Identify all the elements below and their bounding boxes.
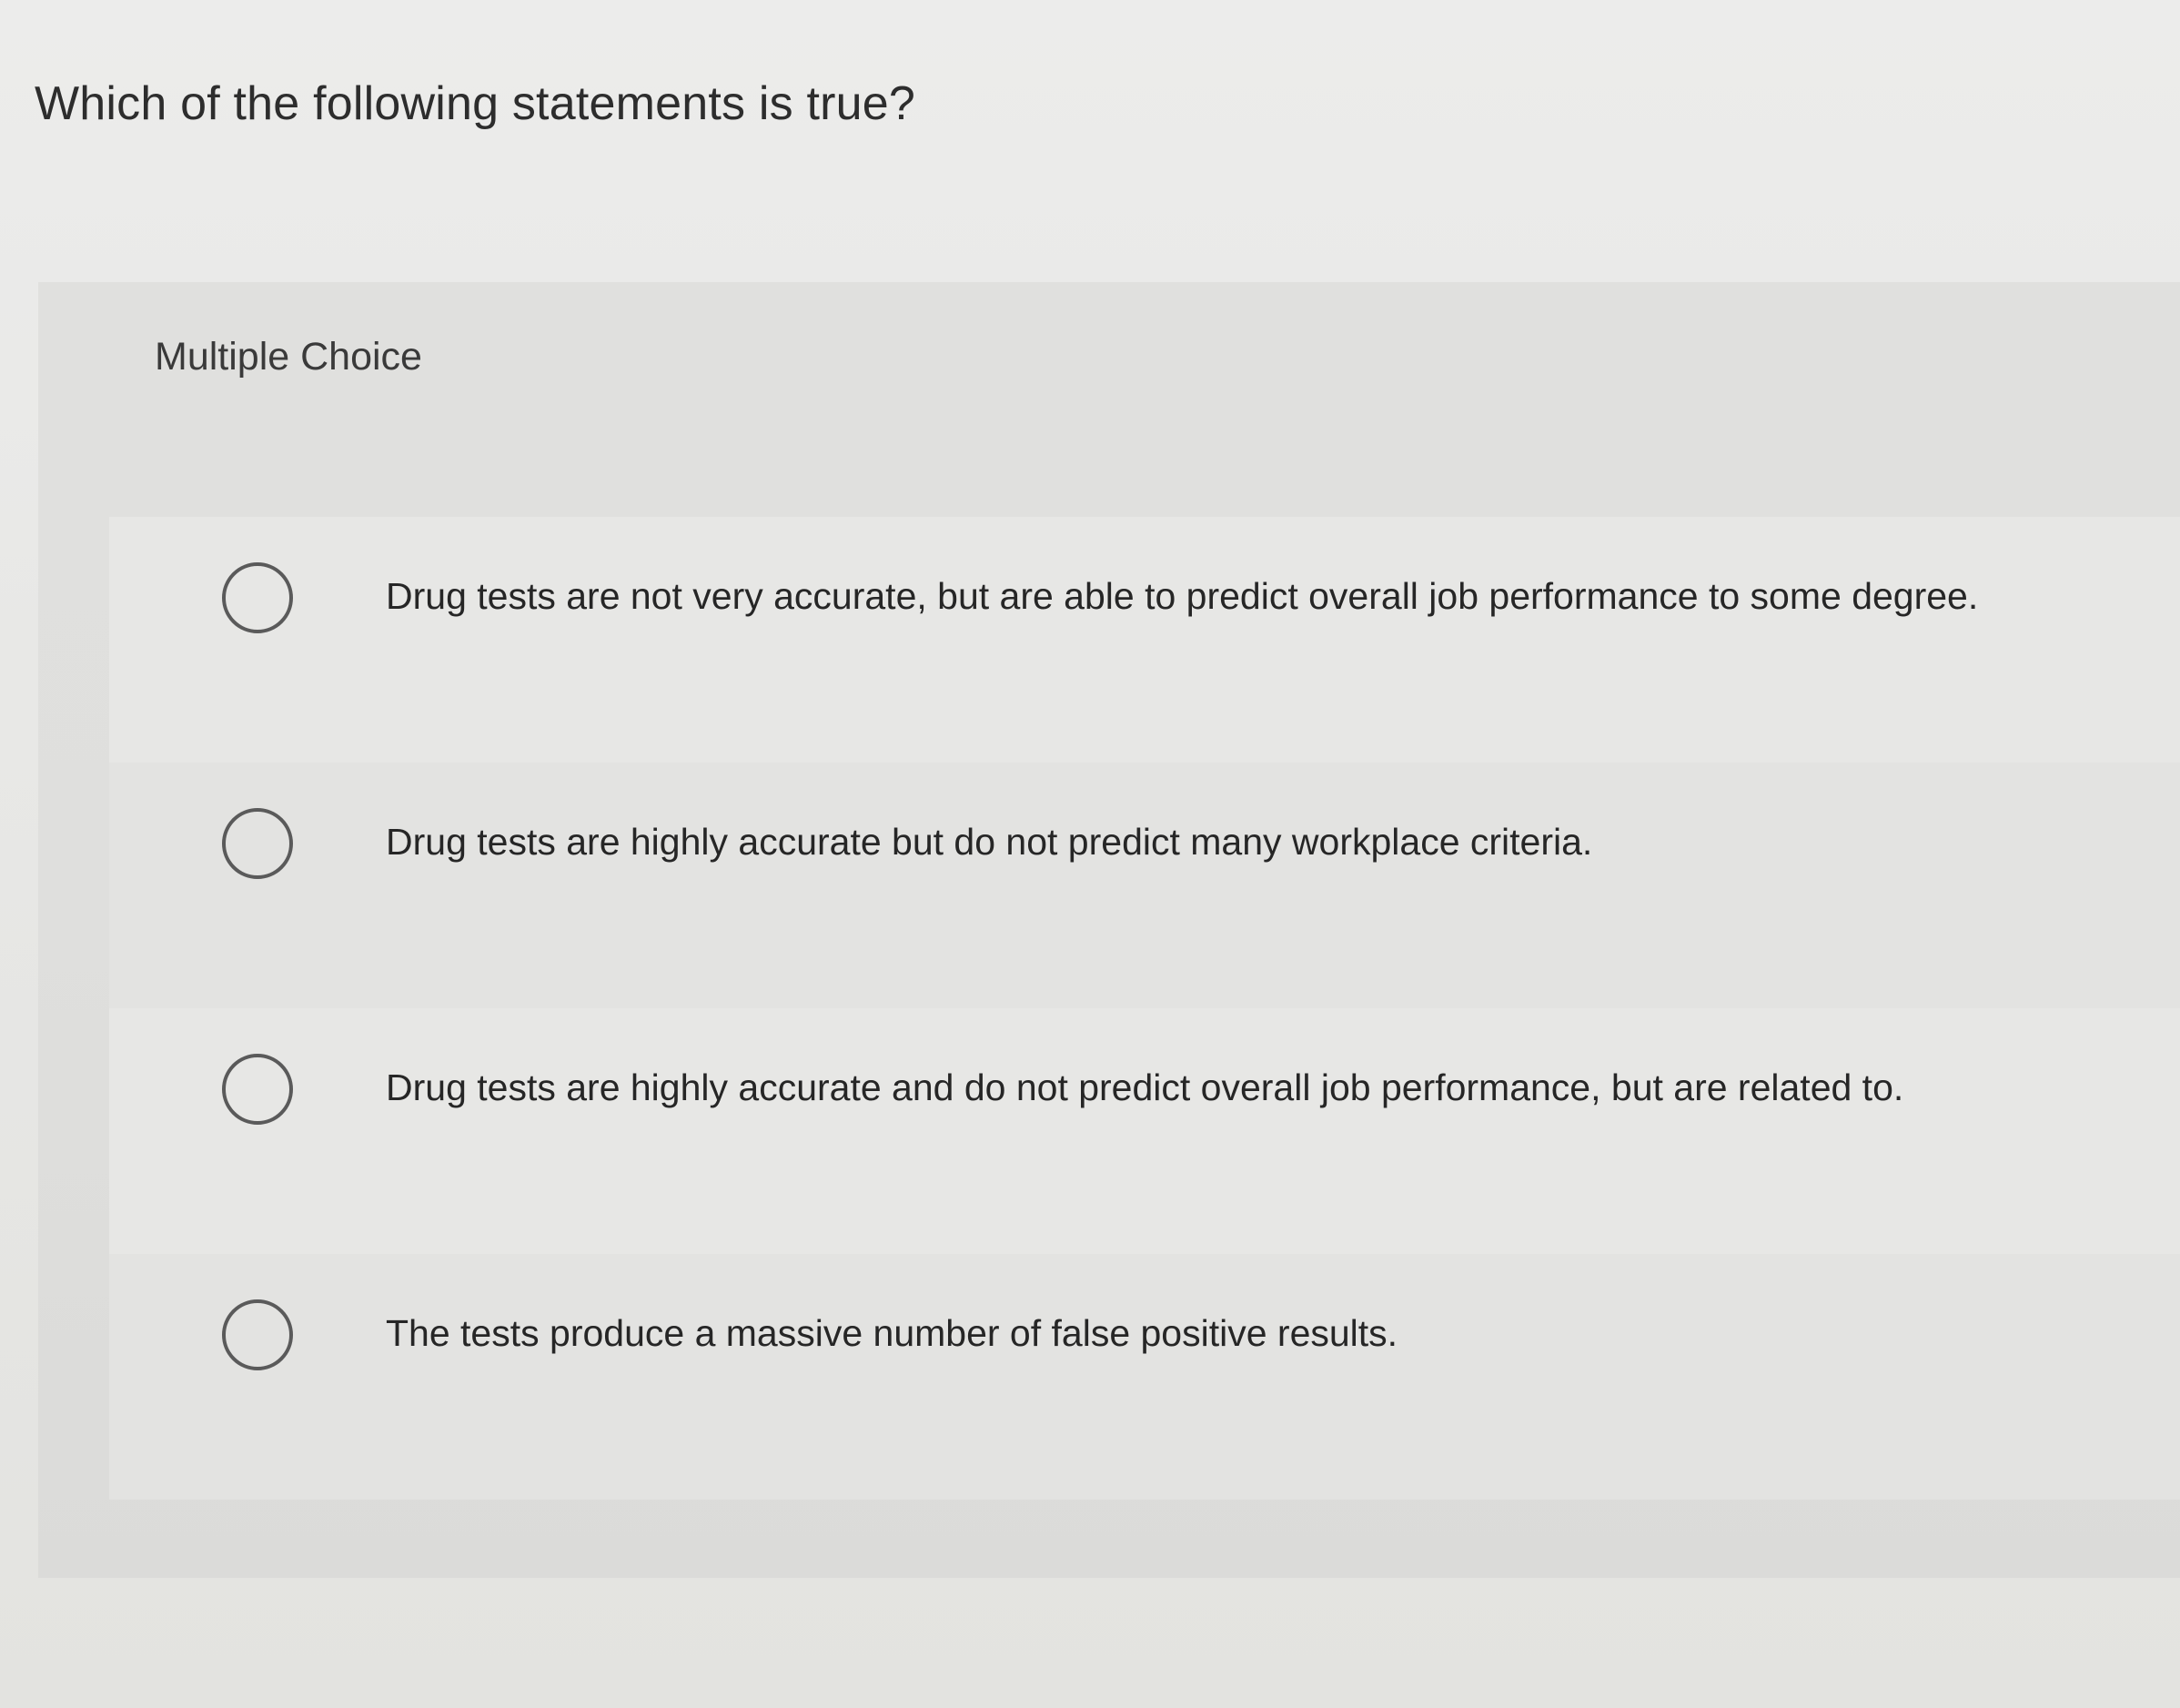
- radio-button-1[interactable]: [222, 562, 293, 633]
- question-text: Which of the following statements is tru…: [35, 77, 915, 130]
- answer-option-label: Drug tests are highly accurate and do no…: [386, 1066, 1904, 1108]
- question-type-label: Multiple Choice: [155, 335, 422, 379]
- answer-option-label: Drug tests are highly accurate but do no…: [386, 821, 1593, 863]
- answer-option-label: The tests produce a massive number of fa…: [386, 1312, 1398, 1354]
- radio-button-2[interactable]: [222, 808, 293, 879]
- answer-option-3[interactable]: Drug tests are highly accurate and do no…: [109, 1008, 2180, 1254]
- answer-option-2[interactable]: Drug tests are highly accurate but do no…: [109, 763, 2180, 1008]
- answer-option-1[interactable]: Drug tests are not very accurate, but ar…: [109, 517, 2180, 763]
- answer-panel: Multiple Choice Drug tests are not very …: [38, 282, 2180, 1578]
- answer-option-label: Drug tests are not very accurate, but ar…: [386, 575, 1979, 617]
- answer-options: Drug tests are not very accurate, but ar…: [109, 517, 2180, 1500]
- radio-button-3[interactable]: [222, 1054, 293, 1125]
- radio-button-4[interactable]: [222, 1299, 293, 1370]
- answer-option-4[interactable]: The tests produce a massive number of fa…: [109, 1254, 2180, 1500]
